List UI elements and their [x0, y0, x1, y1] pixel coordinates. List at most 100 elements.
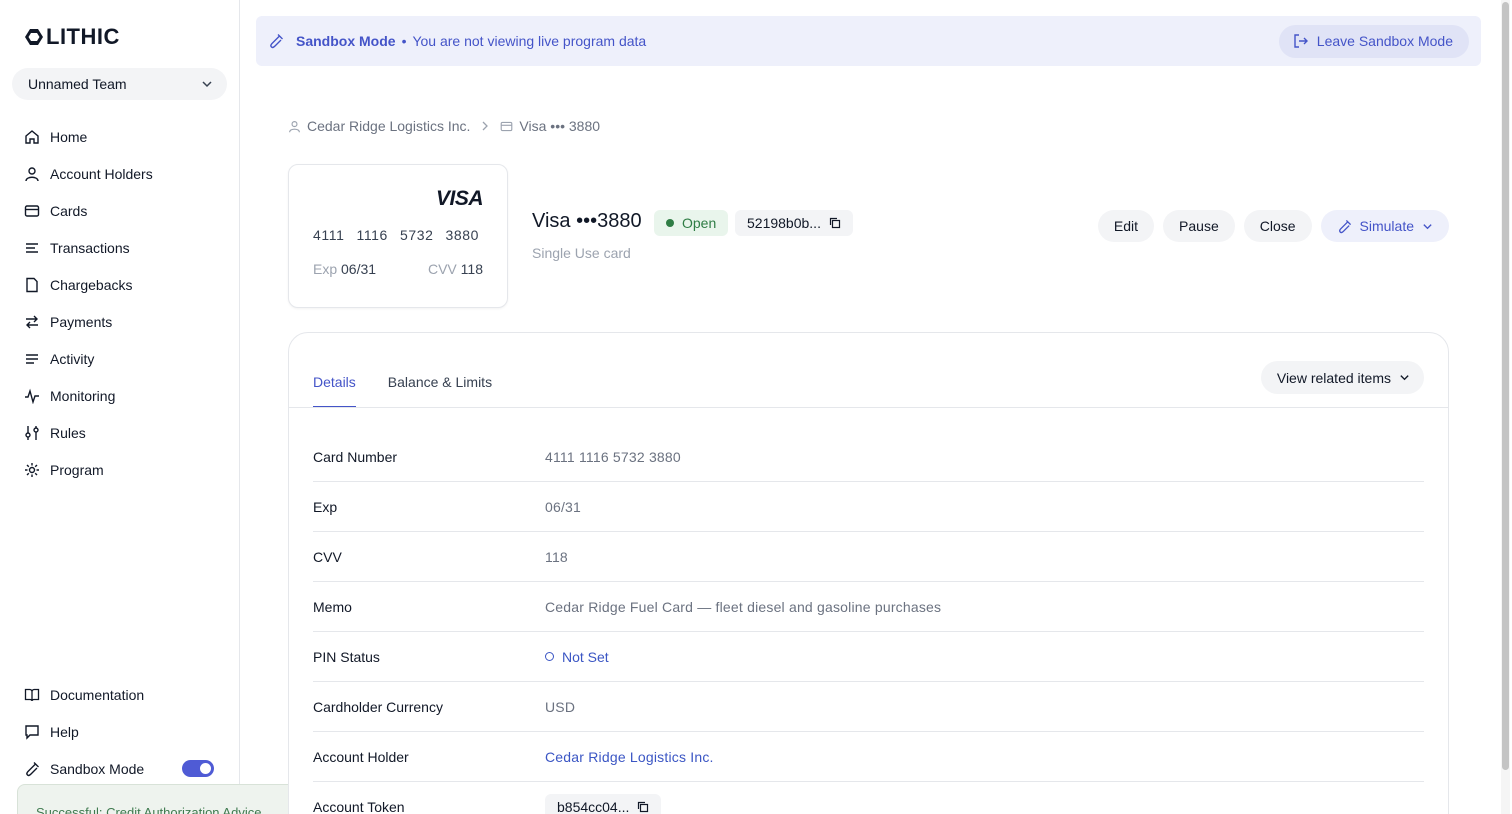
banner-message: You are not viewing live program data — [412, 33, 647, 49]
flask-icon — [270, 34, 283, 49]
card-title: Visa •••3880 — [532, 210, 642, 232]
detail-row-memo: Memo Cedar Ridge Fuel Card — fleet diese… — [313, 582, 1424, 632]
logo-text: LITHIC — [46, 24, 120, 49]
user-icon — [289, 120, 300, 132]
card-number-group: 5732 — [399, 227, 434, 243]
card-number-group: 4111 — [313, 227, 345, 243]
sidebar-item-rules[interactable]: Rules — [24, 414, 153, 451]
activity-list-icon — [24, 351, 50, 367]
toast-message: Successful: Credit Authorization Advice — [36, 805, 262, 814]
sidebar-item-home[interactable]: Home — [24, 118, 153, 155]
gear-icon — [24, 462, 50, 478]
user-icon — [24, 166, 50, 182]
detail-row-exp: Exp 06/31 — [313, 482, 1424, 532]
notification-toast: Successful: Credit Authorization Advice … — [17, 784, 329, 814]
card-number-group: 1116 — [356, 227, 388, 243]
detail-value: 06/31 — [545, 498, 582, 515]
edit-button[interactable]: Edit — [1097, 210, 1155, 242]
simulate-label: Simulate — [1359, 218, 1414, 234]
sidebar-item-label: Chargebacks — [50, 276, 133, 293]
page-scrollbar[interactable] — [1501, 0, 1510, 814]
sidebar-item-account-holders[interactable]: Account Holders — [24, 155, 153, 192]
tab-bar: Details Balance & Limits — [313, 362, 492, 408]
sidebar-item-label: Documentation — [50, 686, 145, 703]
sidebar-item-monitoring[interactable]: Monitoring — [24, 377, 153, 414]
view-related-items-button[interactable]: View related items — [1260, 361, 1424, 394]
chevron-right-icon — [480, 121, 490, 131]
card-cvv-label: CVV — [427, 261, 457, 277]
sidebar-item-label: Payments — [50, 313, 113, 330]
sidebar-item-label: Sandbox Mode — [50, 760, 145, 777]
sidebar: LITHIC Unnamed Team Home Account Holders… — [0, 0, 329, 814]
sidebar-item-activity[interactable]: Activity — [24, 340, 153, 377]
detail-label: CVV — [313, 548, 342, 565]
team-name: Unnamed Team — [28, 76, 127, 92]
sidebar-item-cards[interactable]: Cards — [24, 192, 153, 229]
card-number-groups: 4111 1116 5732 3880 — [313, 227, 479, 243]
status-label: Open — [682, 215, 717, 231]
detail-row-cvv: CVV 118 — [313, 532, 1424, 582]
sidebar-item-transactions[interactable]: Transactions — [24, 229, 153, 266]
detail-label: Memo — [313, 598, 352, 615]
detail-label: Account Token — [313, 799, 405, 814]
team-selector[interactable]: Unnamed Team — [12, 68, 227, 100]
sidebar-item-label: Activity — [50, 350, 95, 367]
detail-row-pin-status: PIN Status Not Set — [313, 632, 1424, 682]
sandbox-mode-toggle[interactable] — [182, 760, 214, 777]
tab-details[interactable]: Details — [313, 362, 356, 408]
sidebar-item-label: Home — [50, 128, 88, 145]
sidebar-item-documentation[interactable]: Documentation — [24, 676, 214, 713]
status-badge: Open — [654, 210, 729, 236]
detail-value: 4111 1116 5732 3880 — [545, 448, 681, 465]
status-dot-icon — [666, 219, 674, 227]
sidebar-item-label: Monitoring — [50, 387, 116, 404]
card-number-group: 3880 — [445, 227, 480, 243]
sidebar-item-label: Cards — [50, 202, 88, 219]
status-ring-icon — [545, 652, 554, 661]
file-icon — [24, 277, 50, 293]
sandbox-banner: Sandbox Mode • You are not viewing live … — [256, 16, 1481, 66]
tab-balance-limits[interactable]: Balance & Limits — [388, 362, 492, 408]
sidebar-nav: Home Account Holders Cards Transactions … — [24, 118, 153, 488]
sidebar-item-sandbox-mode: Sandbox Mode — [24, 750, 214, 787]
detail-label: Cardholder Currency — [313, 698, 443, 715]
detail-row-card-number: Card Number 4111 1116 5732 3880 — [313, 432, 1424, 482]
sidebar-item-label: Rules — [50, 424, 86, 441]
banner-separator: • — [401, 33, 407, 49]
close-card-button[interactable]: Close — [1243, 210, 1312, 242]
copy-icon[interactable] — [829, 217, 841, 229]
sidebar-bottom: Documentation Help Sandbox Mode — [24, 676, 214, 787]
pin-status: Not Set — [545, 649, 609, 665]
detail-label: PIN Status — [313, 648, 380, 665]
sidebar-item-help[interactable]: Help — [24, 713, 214, 750]
scrollbar-thumb[interactable] — [1502, 2, 1509, 770]
leave-sandbox-button[interactable]: Leave Sandbox Mode — [1278, 24, 1469, 58]
account-holder-link[interactable]: Cedar Ridge Logistics Inc. — [545, 749, 714, 765]
detail-row-account-token: Account Token b854cc04... — [313, 782, 1424, 814]
card-cvv: CVV 118 — [428, 261, 483, 277]
lithic-logo[interactable]: LITHIC — [24, 24, 120, 50]
sidebar-item-payments[interactable]: Payments — [24, 303, 153, 340]
pulse-icon — [24, 388, 50, 404]
chevron-down-icon — [202, 81, 212, 88]
simulate-button[interactable]: Simulate — [1320, 210, 1449, 242]
pause-button[interactable]: Pause — [1163, 210, 1235, 242]
copy-icon[interactable] — [637, 801, 649, 813]
sidebar-item-label: Help — [50, 723, 79, 740]
book-icon — [24, 687, 50, 703]
chat-bubble-icon — [24, 724, 50, 740]
card-exp-value: 06/31 — [341, 261, 377, 277]
detail-value: 118 — [545, 548, 568, 565]
detail-label: Card Number — [313, 448, 398, 465]
card-token-chip[interactable]: 52198b0b... — [735, 210, 853, 236]
sidebar-item-program[interactable]: Program — [24, 451, 153, 488]
card-subtitle: Single Use card — [532, 245, 631, 261]
card-cvv-value: 118 — [460, 261, 483, 277]
account-token-chip[interactable]: b854cc04... — [545, 794, 662, 814]
detail-row-account-holder: Account Holder Cedar Ridge Logistics Inc… — [313, 732, 1424, 782]
visa-logo: VISA — [435, 187, 484, 210]
breadcrumb-account-holder[interactable]: Cedar Ridge Logistics Inc. — [307, 118, 470, 134]
detail-value: Cedar Ridge Fuel Card — fleet diesel and… — [545, 598, 942, 615]
sidebar-item-chargebacks[interactable]: Chargebacks — [24, 266, 153, 303]
sliders-icon — [24, 425, 50, 441]
